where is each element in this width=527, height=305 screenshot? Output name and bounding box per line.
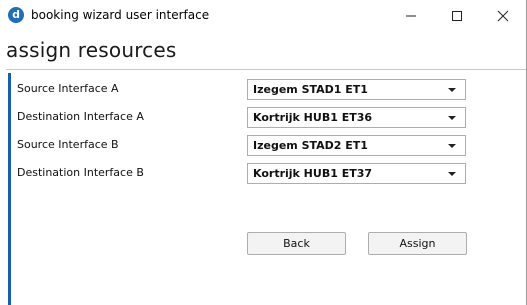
chevron-down-icon — [448, 172, 456, 176]
app-window: d booking wizard user interface assign r… — [0, 0, 527, 305]
destination-interface-a-dropdown[interactable]: Kortrijk HUB1 ET36 — [247, 107, 466, 128]
title-bar[interactable]: d booking wizard user interface — [0, 0, 526, 32]
destination-interface-b-label: Destination Interface B — [17, 166, 144, 179]
window-title: booking wizard user interface — [31, 8, 210, 22]
chevron-down-icon — [448, 144, 456, 148]
minimize-button[interactable] — [388, 0, 434, 31]
maximize-icon — [452, 11, 462, 21]
source-interface-b-value: Izegem STAD2 ET1 — [253, 139, 368, 152]
page-title: assign resources — [6, 38, 177, 62]
accent-bar — [8, 73, 11, 305]
close-icon — [497, 10, 509, 22]
destination-interface-b-value: Kortrijk HUB1 ET37 — [253, 167, 373, 180]
source-interface-a-dropdown[interactable]: Izegem STAD1 ET1 — [247, 79, 466, 100]
back-button[interactable]: Back — [247, 232, 346, 255]
app-logo-icon: d — [8, 7, 24, 23]
chevron-down-icon — [448, 88, 456, 92]
destination-interface-a-value: Kortrijk HUB1 ET36 — [253, 111, 373, 124]
source-interface-b-dropdown[interactable]: Izegem STAD2 ET1 — [247, 135, 466, 156]
minimize-icon — [406, 15, 416, 17]
assign-button[interactable]: Assign — [368, 232, 467, 255]
destination-interface-a-label: Destination Interface A — [17, 110, 144, 123]
source-interface-b-label: Source Interface B — [17, 138, 119, 151]
maximize-button[interactable] — [434, 0, 480, 31]
source-interface-a-label: Source Interface A — [17, 82, 119, 95]
source-interface-a-value: Izegem STAD1 ET1 — [253, 83, 368, 96]
destination-interface-b-dropdown[interactable]: Kortrijk HUB1 ET37 — [247, 163, 466, 184]
header-divider — [6, 69, 526, 70]
chevron-down-icon — [448, 116, 456, 120]
close-button[interactable] — [480, 0, 526, 31]
